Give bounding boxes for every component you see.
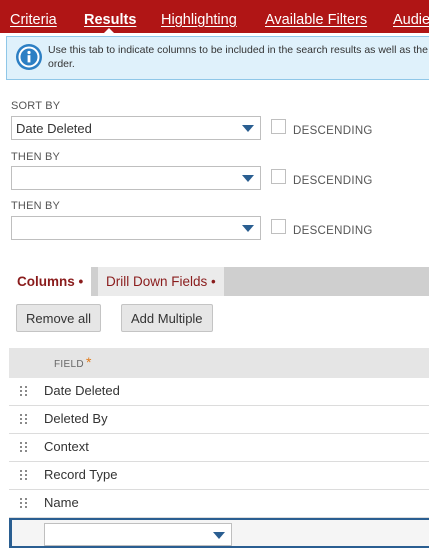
chevron-down-icon	[213, 532, 225, 539]
new-field-row[interactable]	[9, 518, 429, 548]
required-mark: *	[86, 354, 92, 370]
then-by-descending-checkbox-1[interactable]	[271, 169, 286, 184]
column-actions: Remove all Add Multiple	[9, 296, 429, 348]
then-by-select-2[interactable]	[11, 216, 261, 240]
sort-by-select[interactable]: Date Deleted	[11, 116, 261, 140]
subtab-drill-down-fields[interactable]: Drill Down Fields •	[98, 267, 224, 296]
then-by-select-1[interactable]	[11, 166, 261, 190]
tab-audience[interactable]: Audience	[393, 0, 429, 33]
drag-handle-icon[interactable]	[20, 386, 28, 398]
columns-table-header: FIELD *	[9, 348, 429, 378]
sort-by-descending-label: DESCENDING	[293, 125, 373, 137]
sort-by-label: SORT BY	[11, 100, 61, 112]
table-row[interactable]: Deleted By	[9, 406, 429, 434]
drag-handle-icon[interactable]	[20, 498, 28, 510]
drag-handle-icon[interactable]	[20, 442, 28, 454]
top-tab-bar: Criteria Results Highlighting Available …	[0, 0, 429, 33]
drag-handle-icon[interactable]	[20, 414, 28, 426]
then-by-label: THEN BY	[11, 200, 61, 212]
table-row[interactable]: Record Type	[9, 462, 429, 490]
then-by-label: THEN BY	[11, 151, 61, 163]
new-field-select[interactable]	[44, 523, 232, 546]
field-cell: Date Deleted	[44, 383, 120, 398]
then-by-descending-label-2: DESCENDING	[293, 225, 373, 237]
field-cell: Name	[44, 495, 79, 510]
table-row[interactable]: Context	[9, 434, 429, 462]
tab-criteria[interactable]: Criteria	[10, 0, 57, 33]
chevron-down-icon	[242, 175, 254, 182]
info-icon	[16, 44, 42, 70]
drag-handle-icon[interactable]	[20, 470, 28, 482]
chevron-down-icon	[242, 225, 254, 232]
subtab-bar: Columns • Drill Down Fields •	[9, 267, 429, 296]
chevron-down-icon	[242, 125, 254, 132]
sort-by-descending-checkbox[interactable]	[271, 119, 286, 134]
active-tab-caret	[103, 28, 115, 33]
remove-all-button[interactable]: Remove all	[16, 304, 102, 332]
field-cell: Deleted By	[44, 411, 108, 426]
subtab-columns[interactable]: Columns •	[9, 267, 92, 296]
info-banner: Use this tab to indicate columns to be i…	[6, 36, 429, 80]
field-cell: Record Type	[44, 467, 118, 482]
sort-by-value: Date Deleted	[16, 121, 92, 136]
field-cell: Context	[44, 439, 89, 454]
add-multiple-button[interactable]: Add Multiple	[121, 304, 213, 332]
field-column-header: FIELD	[54, 359, 84, 370]
tab-highlighting[interactable]: Highlighting	[161, 0, 237, 33]
banner-text: Use this tab to indicate columns to be i…	[48, 44, 429, 70]
then-by-descending-label-1: DESCENDING	[293, 175, 373, 187]
then-by-descending-checkbox-2[interactable]	[271, 219, 286, 234]
tab-available-filters[interactable]: Available Filters	[265, 0, 367, 33]
table-row[interactable]: Name	[9, 490, 429, 518]
table-row[interactable]: Date Deleted	[9, 378, 429, 406]
